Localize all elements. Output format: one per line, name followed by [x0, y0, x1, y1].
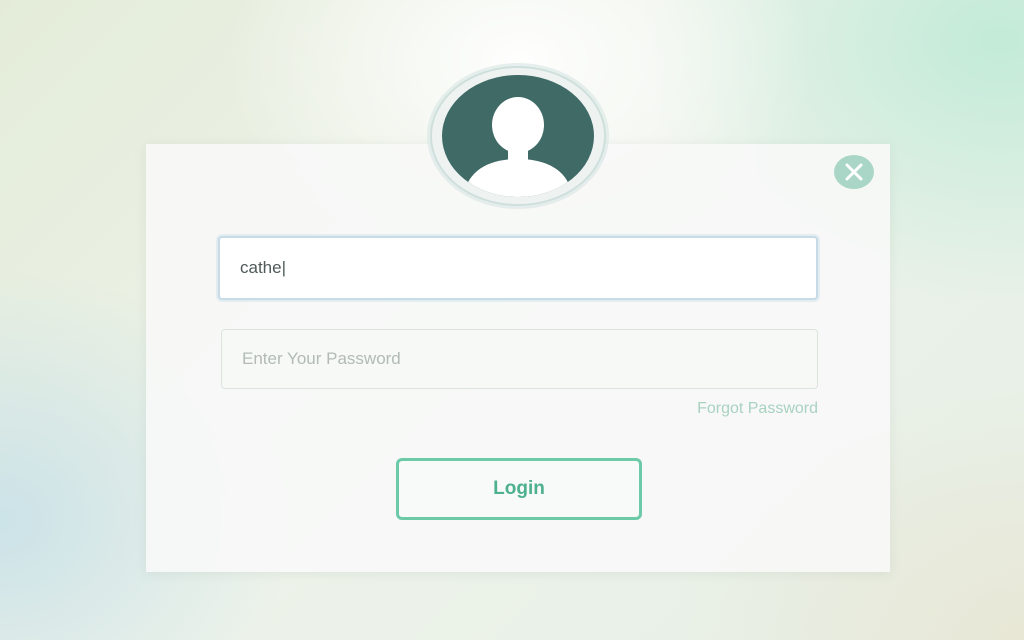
avatar: [430, 66, 606, 206]
login-button[interactable]: Login: [396, 458, 642, 520]
close-icon: [845, 163, 863, 181]
close-button[interactable]: [834, 155, 874, 189]
user-avatar-icon: [442, 75, 594, 197]
forgot-password-link[interactable]: Forgot Password: [697, 400, 818, 418]
username-input[interactable]: [218, 236, 818, 300]
password-input[interactable]: [221, 329, 818, 389]
